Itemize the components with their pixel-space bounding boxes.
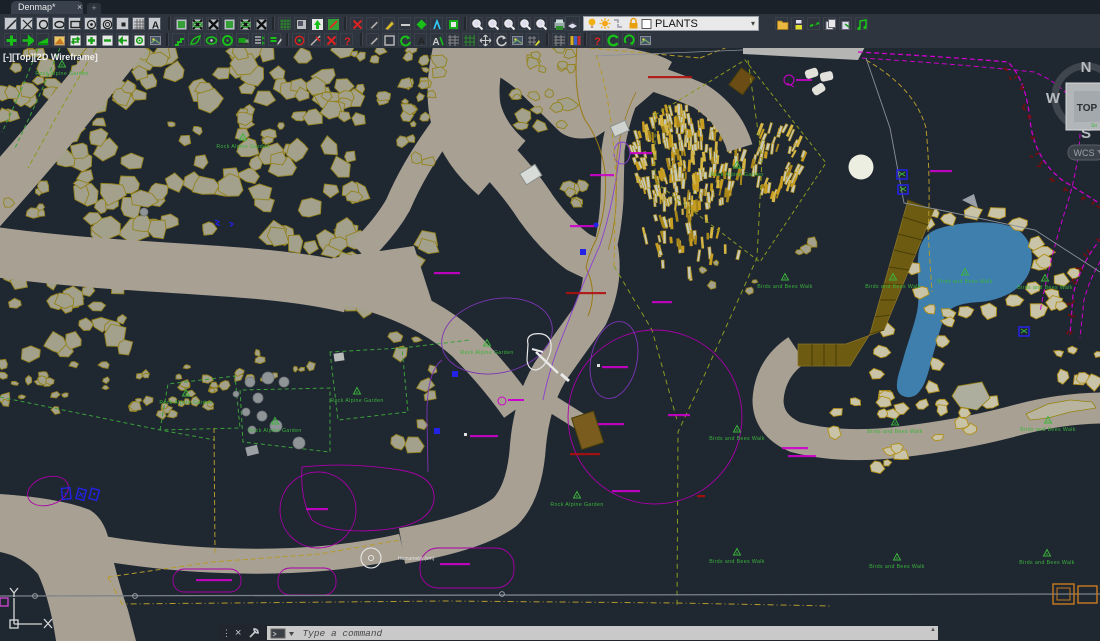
svg-text:Birds and Bees Walk: Birds and Bees Walk	[1017, 285, 1073, 291]
svg-text:Birds and Bees Walk: Birds and Bees Walk	[865, 284, 921, 290]
svg-text:Rock Alpine Garden: Rock Alpine Garden	[159, 400, 212, 406]
svg-text:Rock Alpine Garden: Rock Alpine Garden	[216, 144, 269, 150]
svg-text:A: A	[432, 37, 439, 47]
svg-text:Birds and Bees Walk: Birds and Bees Walk	[757, 284, 813, 290]
svg-text:Birds and Bees Walk: Birds and Bees Walk	[709, 559, 765, 565]
svg-text:Rock Alpine Garden: Rock Alpine Garden	[550, 502, 603, 508]
svg-text:Rock Alpine Garden: Rock Alpine Garden	[710, 172, 763, 178]
svg-text:Birds and Bees Walk: Birds and Bees Walk	[1020, 427, 1076, 433]
svg-text:Hamamelis (sm): Hamamelis (sm)	[398, 556, 435, 562]
svg-text:Birds and Bees Walk: Birds and Bees Walk	[867, 429, 923, 435]
svg-text:Rock Alpine Garden: Rock Alpine Garden	[460, 350, 513, 356]
svg-text:Rock Alpine Garden: Rock Alpine Garden	[248, 428, 301, 434]
svg-text:Birds and Bees Walk: Birds and Bees Walk	[937, 279, 993, 285]
svg-text:A: A	[418, 37, 425, 48]
svg-text:Birds and Bees Walk: Birds and Bees Walk	[1019, 560, 1075, 566]
svg-text:[-][Top][2D Wireframe]: [-][Top][2D Wireframe]	[3, 52, 98, 62]
svg-text:TOP: TOP	[1077, 103, 1098, 114]
svg-text:Rock Alpine Garden: Rock Alpine Garden	[330, 398, 383, 404]
svg-text:?: ?	[594, 36, 601, 47]
svg-text:W: W	[1046, 90, 1061, 107]
svg-text:Rock Alpine Garden: Rock Alpine Garden	[35, 71, 88, 77]
svg-text:WCS: WCS	[1074, 148, 1095, 158]
svg-text:Birds and Bees Walk: Birds and Bees Walk	[709, 436, 765, 442]
svg-text:So: So	[1091, 123, 1097, 129]
svg-text:?: ?	[344, 36, 351, 47]
svg-text:A: A	[152, 21, 159, 32]
svg-text:N: N	[1081, 59, 1092, 76]
svg-text:Birds and Bees Walk: Birds and Bees Walk	[869, 564, 925, 570]
